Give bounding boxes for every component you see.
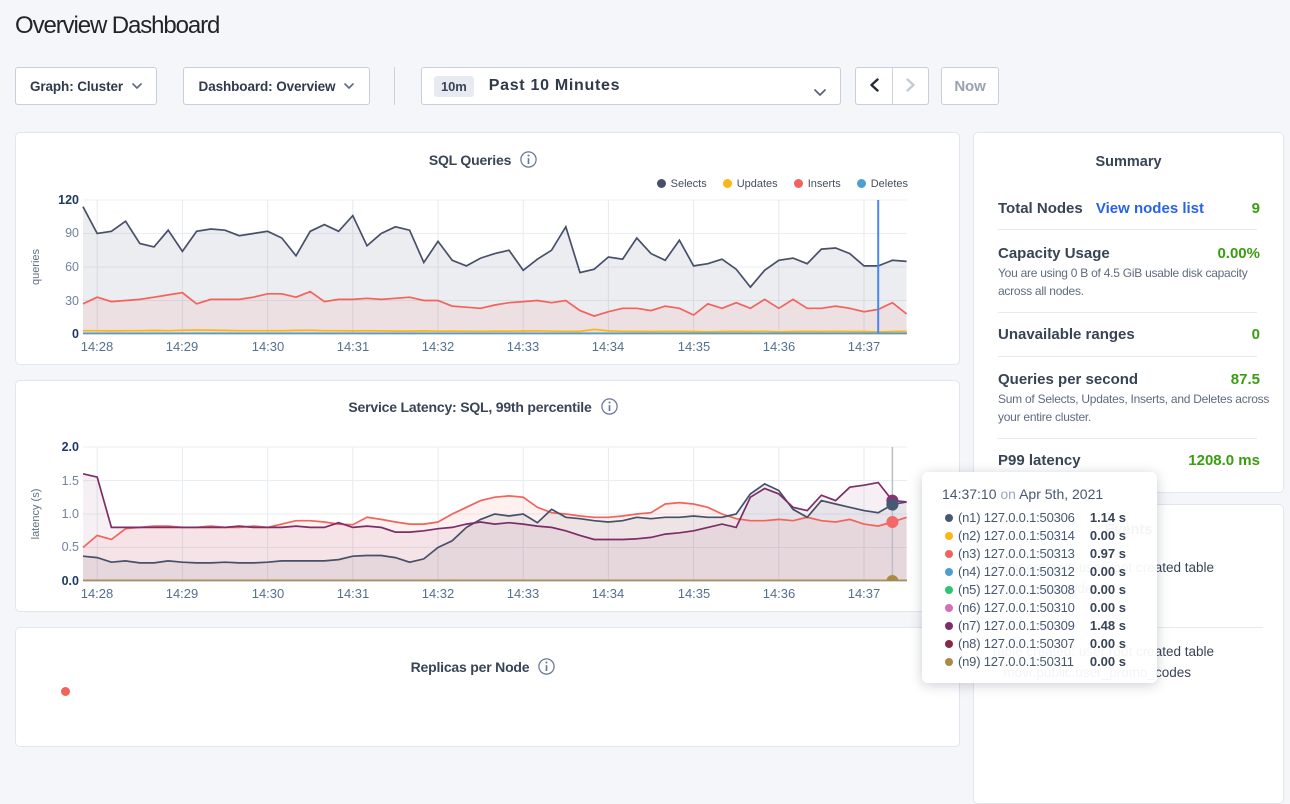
svg-text:14:32: 14:32 <box>422 339 455 354</box>
svg-text:14:30: 14:30 <box>252 586 285 601</box>
svg-text:14:34: 14:34 <box>592 339 625 354</box>
svg-text:14:35: 14:35 <box>678 586 711 601</box>
svg-text:14:31: 14:31 <box>337 586 370 601</box>
svg-text:2.0: 2.0 <box>62 440 79 454</box>
svg-text:0.0: 0.0 <box>62 574 79 588</box>
svg-text:14:33: 14:33 <box>507 339 540 354</box>
svg-text:14:37: 14:37 <box>848 339 881 354</box>
svg-text:0: 0 <box>72 327 79 341</box>
svg-text:14:29: 14:29 <box>166 339 199 354</box>
svg-text:latency (s): latency (s) <box>30 489 42 540</box>
svg-text:14:36: 14:36 <box>763 339 796 354</box>
svg-text:queries: queries <box>30 248 42 285</box>
svg-text:14:34: 14:34 <box>592 586 625 601</box>
svg-text:14:28: 14:28 <box>81 339 114 354</box>
svg-text:14:31: 14:31 <box>337 339 370 354</box>
svg-text:0.5: 0.5 <box>62 540 79 554</box>
svg-text:120: 120 <box>58 193 79 207</box>
svg-text:1.5: 1.5 <box>62 474 79 488</box>
svg-text:60: 60 <box>65 260 79 274</box>
svg-text:14:28: 14:28 <box>81 586 114 601</box>
svg-text:1.0: 1.0 <box>62 507 79 521</box>
svg-text:30: 30 <box>65 294 79 308</box>
svg-text:14:32: 14:32 <box>422 586 455 601</box>
svg-text:14:35: 14:35 <box>678 339 711 354</box>
svg-text:14:37: 14:37 <box>848 586 881 601</box>
svg-text:14:30: 14:30 <box>252 339 285 354</box>
svg-text:90: 90 <box>65 226 79 240</box>
svg-text:14:33: 14:33 <box>507 586 540 601</box>
svg-text:14:29: 14:29 <box>166 586 199 601</box>
svg-text:14:36: 14:36 <box>763 586 796 601</box>
